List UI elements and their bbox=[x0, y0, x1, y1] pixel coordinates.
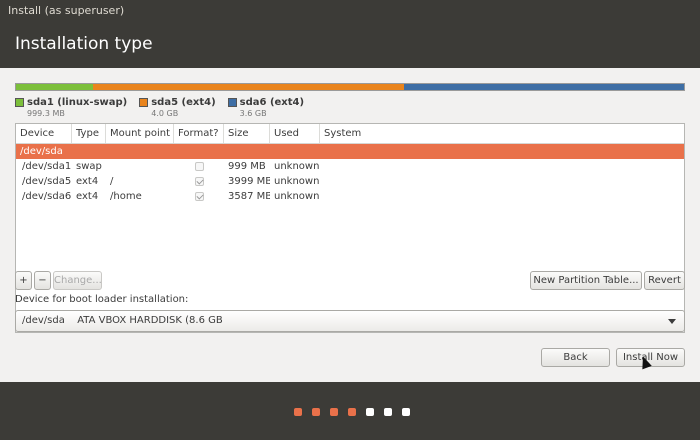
table-row[interactable]: /dev/sda6 ext4/home 3587 MB unknown bbox=[16, 189, 684, 204]
legend-label: sda5 (ext4) bbox=[151, 97, 216, 108]
cell-mount-point bbox=[106, 159, 174, 174]
table-header: Device Type Mount point Format? Size Use… bbox=[16, 124, 684, 144]
partition-bar bbox=[15, 83, 685, 91]
cell-size: 3999 MB bbox=[228, 176, 270, 187]
cell-format bbox=[174, 174, 224, 189]
legend-size: 4.0 GB bbox=[151, 109, 179, 118]
cell-mount-point: / bbox=[110, 176, 114, 187]
format-checkbox[interactable] bbox=[195, 177, 204, 186]
cell-used: unknown bbox=[274, 161, 320, 172]
partition-bar-segment-sda1 bbox=[16, 84, 94, 90]
cell-format bbox=[174, 159, 224, 174]
step-dot bbox=[384, 408, 392, 416]
col-device[interactable]: Device bbox=[16, 124, 72, 143]
table-row-disk[interactable]: /dev/sda bbox=[16, 144, 684, 159]
bootloader-selected-device: /dev/sda bbox=[22, 315, 65, 326]
partition-bar-segment-sda5 bbox=[93, 84, 405, 90]
cell-system bbox=[320, 174, 680, 189]
page-header: Installation type bbox=[0, 22, 700, 68]
col-mount-point[interactable]: Mount point bbox=[106, 124, 174, 143]
bootloader-label: Device for boot loader installation: bbox=[15, 294, 189, 305]
page-title: Installation type bbox=[15, 34, 153, 54]
col-used[interactable]: Used bbox=[270, 124, 320, 143]
new-partition-table-button[interactable]: New Partition Table... bbox=[530, 271, 642, 290]
legend-item: sda6 (ext4) 3.6 GB bbox=[227, 97, 305, 118]
main-content: sda1 (linux-swap) 999.3 MB sda5 (ext4) 4.0 … bbox=[0, 68, 700, 382]
legend-swatch bbox=[227, 98, 237, 107]
step-dot bbox=[330, 408, 338, 416]
cell-device: /dev/sda5 bbox=[22, 176, 72, 187]
step-dot bbox=[312, 408, 320, 416]
remove-partition-button[interactable]: − bbox=[34, 271, 51, 290]
cell-size: 999 MB bbox=[228, 161, 266, 172]
revert-button[interactable]: Revert bbox=[644, 271, 685, 290]
chevron-down-icon bbox=[668, 319, 676, 324]
partition-legend: sda1 (linux-swap) 999.3 MB sda5 (ext4) 4.0 … bbox=[15, 97, 316, 118]
legend-label: sda6 (ext4) bbox=[239, 97, 305, 108]
window-title: Install (as superuser) bbox=[8, 4, 125, 17]
table-row[interactable]: /dev/sda5 ext4 / 3999 MB unknown bbox=[16, 174, 684, 189]
partition-rows: /dev/sda1 swap 999 MB unknown/dev/sda5 ext4/… bbox=[16, 159, 684, 204]
cell-size: 3587 MB bbox=[228, 191, 270, 202]
cell-type: ext4 bbox=[76, 191, 99, 202]
legend-swatch bbox=[15, 98, 24, 107]
cell-mount-point: /home bbox=[110, 191, 142, 202]
step-dot bbox=[348, 408, 356, 416]
col-format[interactable]: Format? bbox=[174, 124, 224, 143]
add-partition-button[interactable]: + bbox=[15, 271, 32, 290]
disk-device: /dev/sda bbox=[20, 146, 63, 157]
col-size[interactable]: Size bbox=[224, 124, 270, 143]
cell-used: unknown bbox=[274, 191, 320, 202]
progress-footer bbox=[0, 382, 700, 440]
step-dot bbox=[402, 408, 410, 416]
format-checkbox[interactable] bbox=[195, 192, 204, 201]
cell-system bbox=[320, 189, 680, 204]
step-dot bbox=[294, 408, 302, 416]
bootloader-selected-desc: ATA VBOX HARDDISK (8.6 GB bbox=[77, 315, 223, 326]
legend-swatch bbox=[139, 98, 149, 107]
col-system[interactable]: System bbox=[320, 124, 680, 143]
table-row[interactable]: /dev/sda1 swap 999 MB unknown bbox=[16, 159, 684, 174]
legend-label: sda1 (linux-swap) bbox=[27, 97, 128, 108]
step-progress bbox=[294, 408, 420, 416]
step-dot bbox=[366, 408, 374, 416]
cell-format bbox=[174, 189, 224, 204]
cell-type: ext4 bbox=[76, 176, 99, 187]
cell-device: /dev/sda6 bbox=[22, 191, 72, 202]
back-button[interactable]: Back bbox=[541, 348, 610, 367]
legend-item: sda1 (linux-swap) 999.3 MB bbox=[15, 97, 127, 118]
legend-item: sda5 (ext4) 4.0 GB bbox=[139, 97, 216, 118]
change-partition-button[interactable]: Change... bbox=[53, 271, 102, 290]
col-type[interactable]: Type bbox=[72, 124, 106, 143]
legend-size: 999.3 MB bbox=[27, 109, 65, 118]
window-titlebar: Install (as superuser) bbox=[0, 0, 700, 22]
cell-type: swap bbox=[76, 161, 102, 172]
bootloader-device-select[interactable]: /dev/sda ATA VBOX HARDDISK (8.6 GB bbox=[15, 310, 685, 332]
cell-device: /dev/sda1 bbox=[22, 161, 72, 172]
partition-bar-segment-sda6 bbox=[404, 84, 684, 90]
legend-size: 3.6 GB bbox=[239, 109, 267, 118]
cell-system bbox=[320, 159, 680, 174]
cell-used: unknown bbox=[274, 176, 320, 187]
format-checkbox[interactable] bbox=[195, 162, 204, 171]
